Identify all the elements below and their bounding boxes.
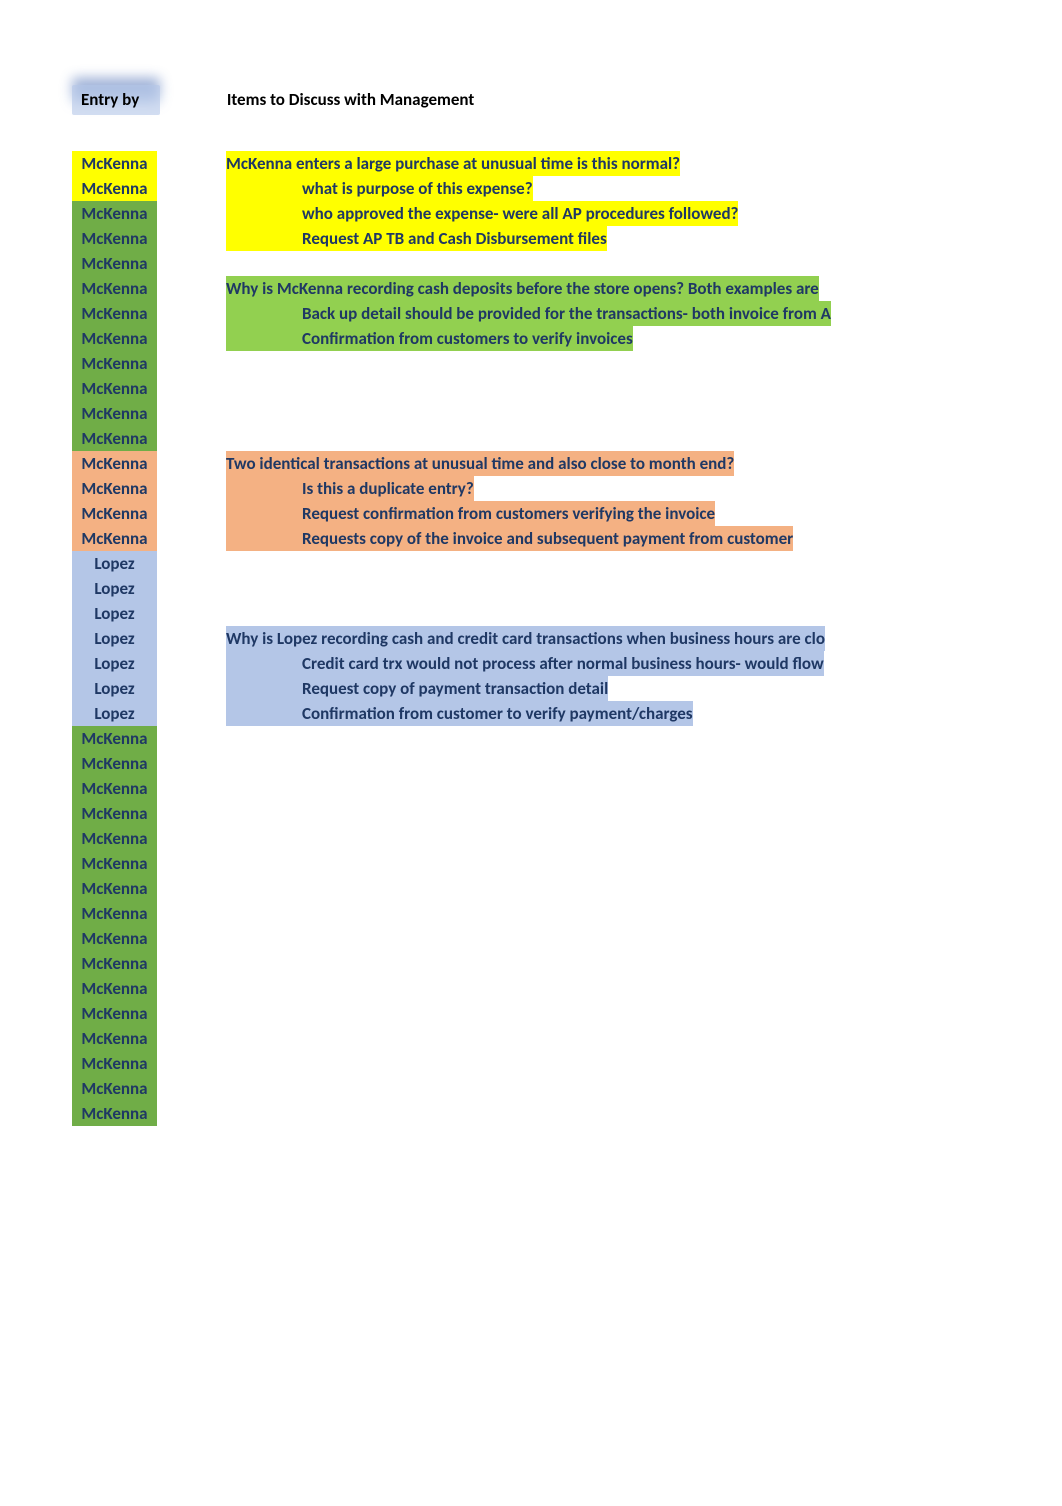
- discussion-item-cell[interactable]: Credit card trx would not process after …: [226, 651, 824, 676]
- discussion-item-cell[interactable]: Why is Lopez recording cash and credit c…: [226, 626, 825, 651]
- data-row: McKenna Why is McKenna recording cash dep…: [72, 276, 904, 301]
- data-row: McKenna Requests copy of the invoice and …: [72, 526, 904, 551]
- entry-by-cell[interactable]: McKenna: [72, 201, 157, 226]
- entry-by-cell[interactable]: McKenna: [72, 151, 157, 176]
- entry-by-cell[interactable]: McKenna: [72, 851, 157, 876]
- data-row: McKenna Request confirmation from custome…: [72, 501, 904, 526]
- data-row: McKenna McKenna enters a large purchase a…: [72, 151, 904, 176]
- discussion-item-cell[interactable]: Request AP TB and Cash Disbursement file…: [226, 226, 607, 251]
- entry-by-cell[interactable]: McKenna: [72, 951, 157, 976]
- data-row: McKenna: [72, 426, 904, 451]
- discussion-item-cell[interactable]: McKenna enters a large purchase at unusu…: [226, 151, 680, 176]
- entry-by-cell[interactable]: McKenna: [72, 476, 157, 501]
- data-row: McKenna: [72, 1076, 904, 1101]
- discussion-item-cell[interactable]: Why is McKenna recording cash deposits b…: [226, 276, 819, 301]
- entry-by-cell[interactable]: McKenna: [72, 226, 157, 251]
- entry-by-cell[interactable]: McKenna: [72, 1051, 157, 1076]
- data-row: McKenna who approved the expense- were al…: [72, 201, 904, 226]
- discussion-item-cell[interactable]: what is purpose of this expense?: [226, 176, 533, 201]
- entry-by-cell[interactable]: Lopez: [72, 626, 157, 651]
- entry-by-cell[interactable]: McKenna: [72, 926, 157, 951]
- data-row: Lopez Request copy of payment transaction…: [72, 676, 904, 701]
- data-row: McKenna: [72, 1001, 904, 1026]
- spreadsheet-area: Entry by Items to Discuss with Managemen…: [72, 85, 904, 1126]
- data-row: McKenna Confirmation from customers to ve…: [72, 326, 904, 351]
- entry-by-cell[interactable]: McKenna: [72, 1076, 157, 1101]
- data-row: Lopez: [72, 601, 904, 626]
- discussion-item-cell[interactable]: Confirmation from customers to verify in…: [226, 326, 633, 351]
- entry-by-cell[interactable]: McKenna: [72, 401, 157, 426]
- data-row: McKenna what is purpose of this expense?: [72, 176, 904, 201]
- entry-by-cell[interactable]: Lopez: [72, 676, 157, 701]
- entry-by-cell[interactable]: McKenna: [72, 726, 157, 751]
- entry-by-cell[interactable]: McKenna: [72, 351, 157, 376]
- discussion-item-cell[interactable]: Request confirmation from customers veri…: [226, 501, 715, 526]
- data-row: Lopez Confirmation from customer to verif…: [72, 701, 904, 726]
- discussion-item-cell[interactable]: Requests copy of the invoice and subsequ…: [226, 526, 793, 551]
- entry-by-cell[interactable]: Lopez: [72, 551, 157, 576]
- entry-by-cell[interactable]: McKenna: [72, 1026, 157, 1051]
- header-entry-by[interactable]: Entry by: [72, 85, 160, 115]
- data-row: Lopez: [72, 576, 904, 601]
- entry-by-cell[interactable]: McKenna: [72, 826, 157, 851]
- data-row: McKenna: [72, 926, 904, 951]
- discussion-item-cell[interactable]: Is this a duplicate entry?: [226, 476, 474, 501]
- entry-by-cell[interactable]: McKenna: [72, 776, 157, 801]
- entry-by-cell[interactable]: McKenna: [72, 901, 157, 926]
- entry-by-cell[interactable]: McKenna: [72, 801, 157, 826]
- data-row: McKenna: [72, 876, 904, 901]
- entry-by-cell[interactable]: Lopez: [72, 601, 157, 626]
- data-row: McKenna: [72, 776, 904, 801]
- header-items[interactable]: Items to Discuss with Management: [164, 85, 904, 115]
- data-row: McKenna: [72, 901, 904, 926]
- data-row: McKenna: [72, 1026, 904, 1051]
- data-row: McKenna Request AP TB and Cash Disburseme…: [72, 226, 904, 251]
- data-row: Lopez Credit card trx would not process a…: [72, 651, 904, 676]
- entry-by-cell[interactable]: McKenna: [72, 876, 157, 901]
- data-row: McKenna: [72, 401, 904, 426]
- data-row: McKenna: [72, 801, 904, 826]
- entry-by-cell[interactable]: Lopez: [72, 576, 157, 601]
- entry-by-cell[interactable]: McKenna: [72, 251, 157, 276]
- data-row: McKenna: [72, 751, 904, 776]
- entry-by-cell[interactable]: McKenna: [72, 526, 157, 551]
- data-row: Lopez: [72, 551, 904, 576]
- data-row: McKenna Two identical transactions at unu…: [72, 451, 904, 476]
- entry-by-cell[interactable]: McKenna: [72, 426, 157, 451]
- entry-by-cell[interactable]: McKenna: [72, 1101, 157, 1126]
- discussion-item-cell[interactable]: Two identical transactions at unusual ti…: [226, 451, 734, 476]
- data-row: Lopez Why is Lopez recording cash and cre…: [72, 626, 904, 651]
- discussion-item-cell[interactable]: Back up detail should be provided for th…: [226, 301, 831, 326]
- data-row: McKenna: [72, 376, 904, 401]
- discussion-item-cell[interactable]: Confirmation from customer to verify pay…: [226, 701, 693, 726]
- discussion-item-cell[interactable]: Request copy of payment transaction deta…: [226, 676, 608, 701]
- data-row: McKenna Back up detail should be provided…: [72, 301, 904, 326]
- data-row: McKenna Is this a duplicate entry?: [72, 476, 904, 501]
- entry-by-cell[interactable]: McKenna: [72, 451, 157, 476]
- entry-by-cell[interactable]: McKenna: [72, 276, 157, 301]
- entry-by-cell[interactable]: McKenna: [72, 976, 157, 1001]
- entry-by-cell[interactable]: Lopez: [72, 651, 157, 676]
- entry-by-cell[interactable]: McKenna: [72, 501, 157, 526]
- entry-by-cell[interactable]: McKenna: [72, 1001, 157, 1026]
- data-row: McKenna: [72, 1101, 904, 1126]
- data-row: McKenna: [72, 851, 904, 876]
- data-row: McKenna: [72, 351, 904, 376]
- entry-by-cell[interactable]: McKenna: [72, 176, 157, 201]
- data-row: McKenna: [72, 1051, 904, 1076]
- data-row: McKenna: [72, 251, 904, 276]
- header-row: Entry by Items to Discuss with Managemen…: [72, 85, 904, 115]
- entry-by-cell[interactable]: McKenna: [72, 301, 157, 326]
- entry-by-cell[interactable]: McKenna: [72, 376, 157, 401]
- data-row: McKenna: [72, 726, 904, 751]
- data-row: McKenna: [72, 826, 904, 851]
- data-row: McKenna: [72, 976, 904, 1001]
- data-rows: McKenna McKenna enters a large purchase a…: [72, 151, 904, 1126]
- data-row: McKenna: [72, 951, 904, 976]
- discussion-item-cell[interactable]: who approved the expense- were all AP pr…: [226, 201, 738, 226]
- entry-by-cell[interactable]: McKenna: [72, 326, 157, 351]
- entry-by-cell[interactable]: Lopez: [72, 701, 157, 726]
- entry-by-cell[interactable]: McKenna: [72, 751, 157, 776]
